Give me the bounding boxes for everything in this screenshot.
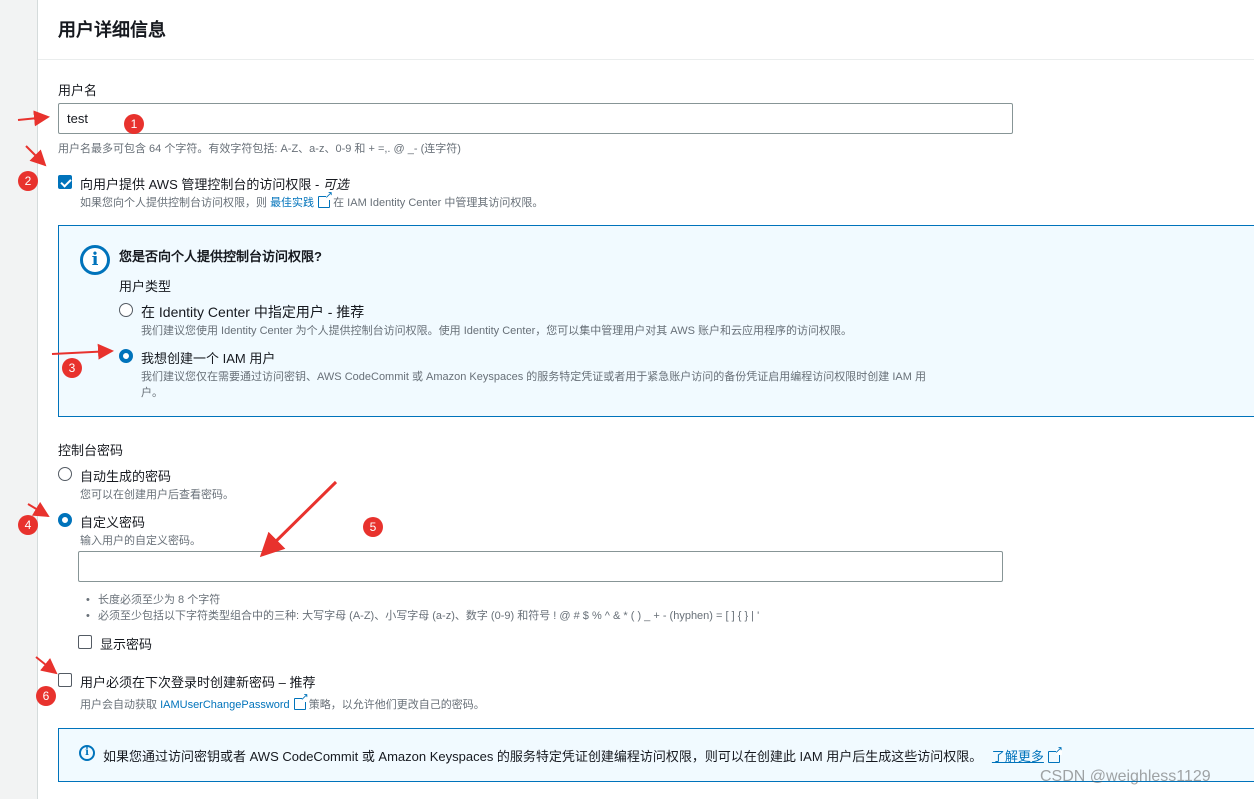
annotation-badge-1: 1	[124, 114, 144, 134]
annotation-arrow-4	[27, 501, 50, 518]
watermark: CSDN @weighless1129	[1040, 768, 1211, 785]
annotation-arrow-3	[51, 343, 114, 360]
annotation-badge-3: 3	[62, 358, 82, 378]
annotation-badge-4: 4	[18, 515, 38, 535]
annotation-badge-2: 2	[18, 171, 38, 191]
annotation-arrow-6	[35, 656, 58, 675]
annotation-arrow-1	[17, 110, 50, 127]
annotation-arrow-2	[25, 145, 47, 167]
annotation-badge-6: 6	[36, 686, 56, 706]
annotation-badge-5: 5	[363, 517, 383, 537]
annotation-arrows	[17, 110, 338, 675]
annotation-arrow-5	[259, 480, 338, 558]
